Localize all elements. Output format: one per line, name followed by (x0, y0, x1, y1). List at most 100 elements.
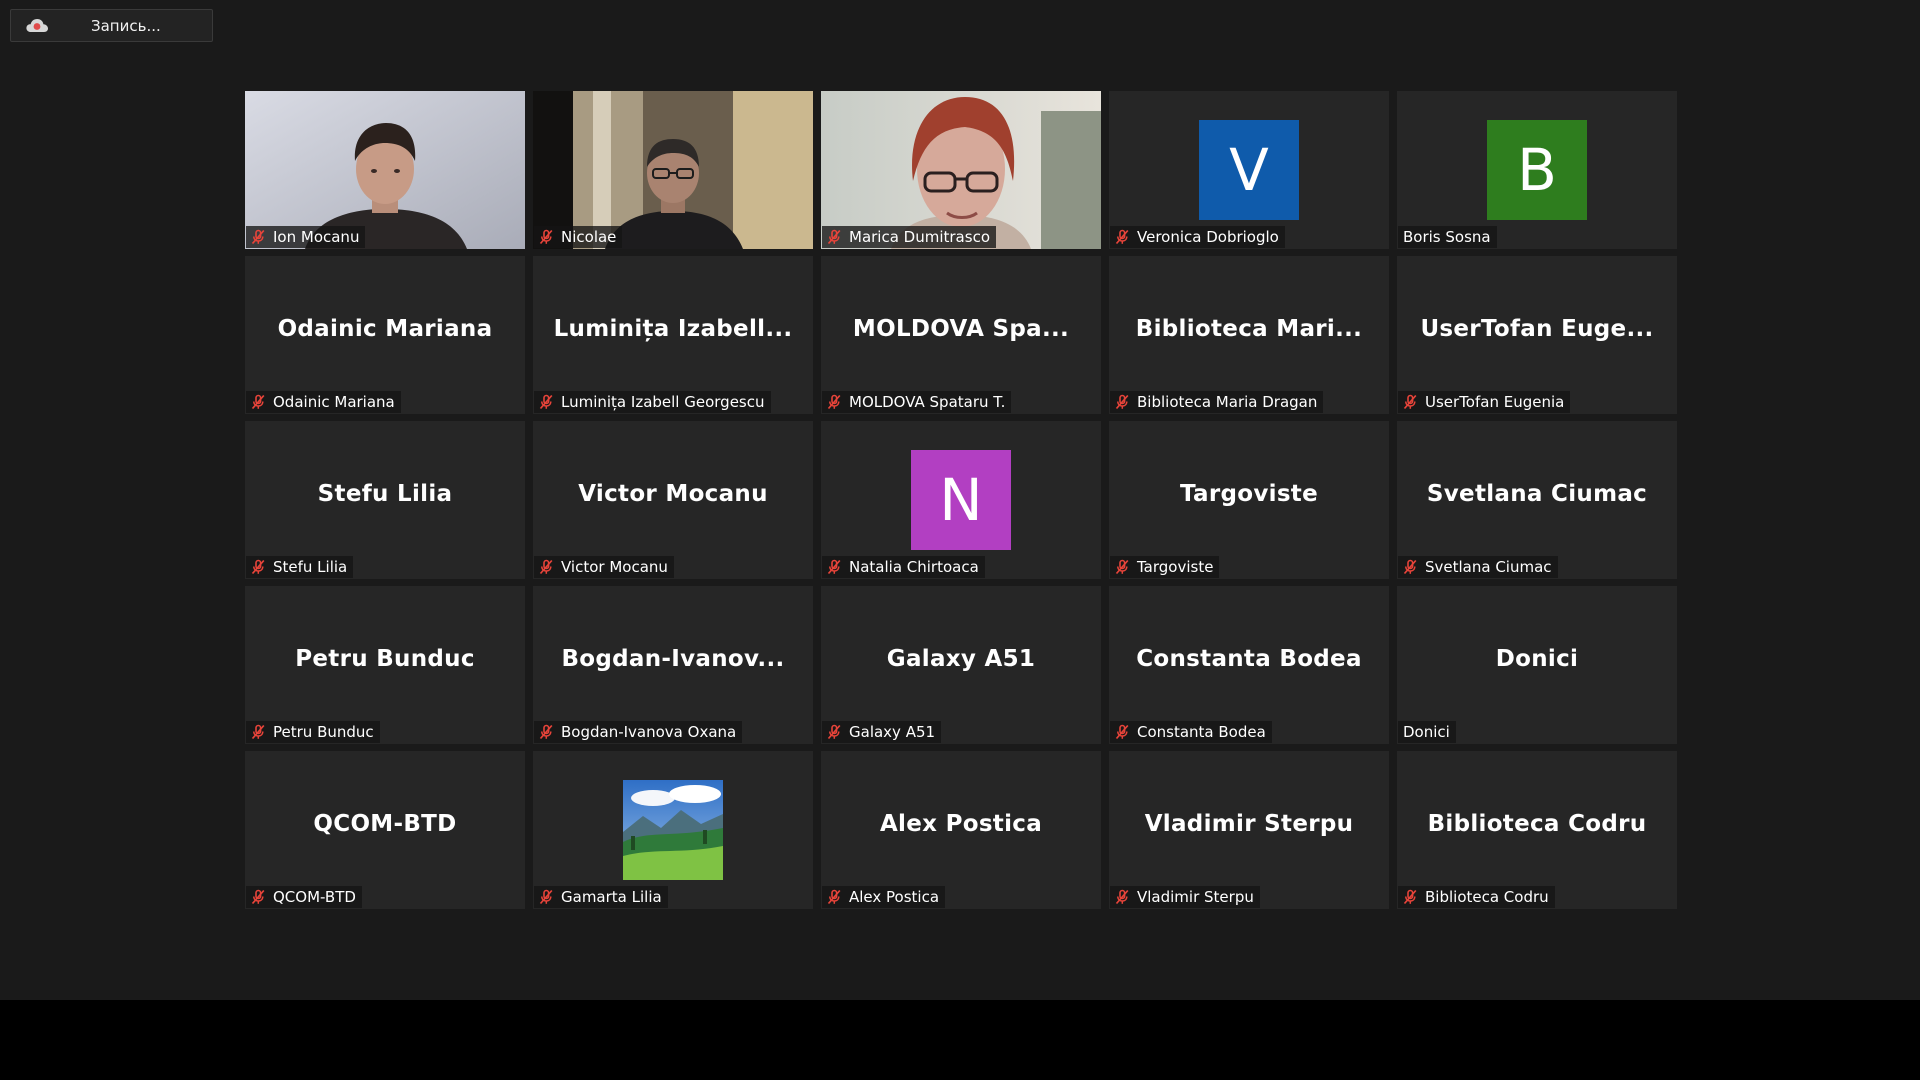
participant-tile[interactable]: Gamarta Lilia (533, 751, 813, 909)
participant-tile[interactable]: Luminița Izabell... Luminița Izabell Geor… (533, 256, 813, 414)
participant-tile[interactable]: Donici Donici (1397, 586, 1677, 744)
participant-name-tag: Odainic Mariana (246, 391, 401, 413)
participant-name-tag: Stefu Lilia (246, 556, 354, 578)
participant-name-tag: Svetlana Ciumac (1398, 556, 1558, 578)
participant-grid: Ion Mocanu Nicolae Marica Dumitrasco V Veron… (245, 91, 1677, 909)
participant-name-tag: Constanta Bodea (1110, 721, 1272, 743)
participant-tile[interactable]: Biblioteca Codru Biblioteca Codru (1397, 751, 1677, 909)
participant-tile[interactable]: N Natalia Chirtoaca (821, 421, 1101, 579)
muted-mic-icon (827, 394, 841, 410)
participant-display-name: UserTofan Euge... (1420, 316, 1654, 342)
participant-tile[interactable]: Ion Mocanu (245, 91, 525, 249)
participant-name-label: Odainic Mariana (273, 393, 395, 411)
muted-mic-icon (251, 559, 265, 575)
muted-mic-icon (1115, 559, 1129, 575)
muted-mic-icon (539, 559, 553, 575)
participant-name-tag: QCOM-BTD (246, 886, 362, 908)
muted-mic-icon (1115, 229, 1129, 245)
avatar-letter: N (939, 466, 983, 534)
participant-name-tag: Petru Bunduc (246, 721, 380, 743)
participant-tile[interactable]: V Veronica Dobrioglo (1109, 91, 1389, 249)
muted-mic-icon (827, 229, 841, 245)
muted-mic-icon (539, 229, 553, 245)
participant-display-name: Donici (1495, 646, 1579, 672)
landscape-photo (623, 780, 723, 880)
muted-mic-icon (539, 394, 553, 410)
participant-name-label: Luminița Izabell Georgescu (561, 393, 765, 411)
participant-tile[interactable]: QCOM-BTD QCOM-BTD (245, 751, 525, 909)
participant-display-name: Petru Bunduc (295, 646, 475, 672)
participant-display-name: Odainic Mariana (277, 316, 493, 342)
participant-display-name: Targoviste (1179, 481, 1318, 507)
muted-mic-icon (1115, 394, 1129, 410)
participant-avatar: B (1487, 120, 1587, 220)
participant-name-label: Svetlana Ciumac (1425, 558, 1552, 576)
participant-name-label: Petru Bunduc (273, 723, 374, 741)
participant-name-tag: Luminița Izabell Georgescu (534, 391, 771, 413)
participant-name-label: UserTofan Eugenia (1425, 393, 1565, 411)
participant-tile[interactable]: Vladimir Sterpu Vladimir Sterpu (1109, 751, 1389, 909)
recording-label: Запись... (91, 17, 161, 35)
participant-name-label: Biblioteca Maria Dragan (1137, 393, 1318, 411)
participant-tile[interactable]: Petru Bunduc Petru Bunduc (245, 586, 525, 744)
cloud-record-icon (26, 19, 48, 32)
participant-name-tag: Vladimir Sterpu (1110, 886, 1260, 908)
participant-name-tag: Targoviste (1110, 556, 1220, 578)
avatar-letter: B (1517, 136, 1557, 204)
muted-mic-icon (251, 724, 265, 740)
participant-tile[interactable]: MOLDOVA Spa... MOLDOVA Spataru T. (821, 256, 1101, 414)
participant-tile[interactable]: Galaxy A51 Galaxy A51 (821, 586, 1101, 744)
participant-name-tag: MOLDOVA Spataru T. (822, 391, 1012, 413)
muted-mic-icon (1115, 889, 1129, 905)
participant-name-tag: Bogdan-Ivanova Oxana (534, 721, 743, 743)
muted-mic-icon (1403, 889, 1417, 905)
recording-indicator[interactable]: Запись... (10, 9, 213, 42)
participant-tile[interactable]: Biblioteca Mari... Biblioteca Maria Draga… (1109, 256, 1389, 414)
participant-display-name: Victor Mocanu (578, 481, 768, 507)
muted-mic-icon (827, 559, 841, 575)
participant-name-label: QCOM-BTD (273, 888, 356, 906)
participant-tile[interactable]: Alex Postica Alex Postica (821, 751, 1101, 909)
participant-tile[interactable]: B Boris Sosna (1397, 91, 1677, 249)
muted-mic-icon (1403, 559, 1417, 575)
participant-name-label: Targoviste (1137, 558, 1214, 576)
muted-mic-icon (539, 889, 553, 905)
participant-display-name: Luminița Izabell... (553, 316, 793, 342)
muted-mic-icon (1115, 724, 1129, 740)
participant-name-tag: Galaxy A51 (822, 721, 942, 743)
participant-tile[interactable]: Svetlana Ciumac Svetlana Ciumac (1397, 421, 1677, 579)
participant-display-name: Biblioteca Mari... (1135, 316, 1363, 342)
avatar-letter: V (1229, 136, 1269, 204)
participant-tile[interactable]: UserTofan Euge... UserTofan Eugenia (1397, 256, 1677, 414)
participant-name-label: Nicolae (561, 228, 617, 246)
participant-tile[interactable]: Marica Dumitrasco (821, 91, 1101, 249)
participant-name-label: Natalia Chirtoaca (849, 558, 979, 576)
participant-tile[interactable]: Victor Mocanu Victor Mocanu (533, 421, 813, 579)
participant-tile[interactable]: Bogdan-Ivanov... Bogdan-Ivanova Oxana (533, 586, 813, 744)
meeting-gallery-view: Запись... Ion Mocanu Nicolae Marica Dumitr… (0, 0, 1920, 1000)
participant-name-label: Marica Dumitrasco (849, 228, 990, 246)
participant-tile[interactable]: Stefu Lilia Stefu Lilia (245, 421, 525, 579)
participant-name-tag: Boris Sosna (1398, 226, 1497, 248)
participant-display-name: MOLDOVA Spa... (852, 316, 1070, 342)
participant-name-label: Donici (1403, 723, 1450, 741)
participant-display-name: Galaxy A51 (886, 646, 1036, 672)
participant-name-label: Veronica Dobrioglo (1137, 228, 1279, 246)
muted-mic-icon (251, 889, 265, 905)
muted-mic-icon (827, 889, 841, 905)
participant-tile[interactable]: Targoviste Targoviste (1109, 421, 1389, 579)
participant-name-label: Gamarta Lilia (561, 888, 662, 906)
participant-name-tag: Gamarta Lilia (534, 886, 668, 908)
participant-avatar: N (911, 450, 1011, 550)
participant-tile[interactable]: Nicolae (533, 91, 813, 249)
participant-display-name: Svetlana Ciumac (1426, 481, 1648, 507)
participant-tile[interactable]: Constanta Bodea Constanta Bodea (1109, 586, 1389, 744)
participant-name-label: Bogdan-Ivanova Oxana (561, 723, 737, 741)
participant-display-name: QCOM-BTD (313, 811, 457, 837)
participant-name-label: Constanta Bodea (1137, 723, 1266, 741)
participant-display-name: Biblioteca Codru (1427, 811, 1647, 837)
participant-tile[interactable]: Odainic Mariana Odainic Mariana (245, 256, 525, 414)
participant-name-tag: Ion Mocanu (246, 226, 366, 248)
participant-name-label: MOLDOVA Spataru T. (849, 393, 1006, 411)
participant-name-label: Stefu Lilia (273, 558, 348, 576)
